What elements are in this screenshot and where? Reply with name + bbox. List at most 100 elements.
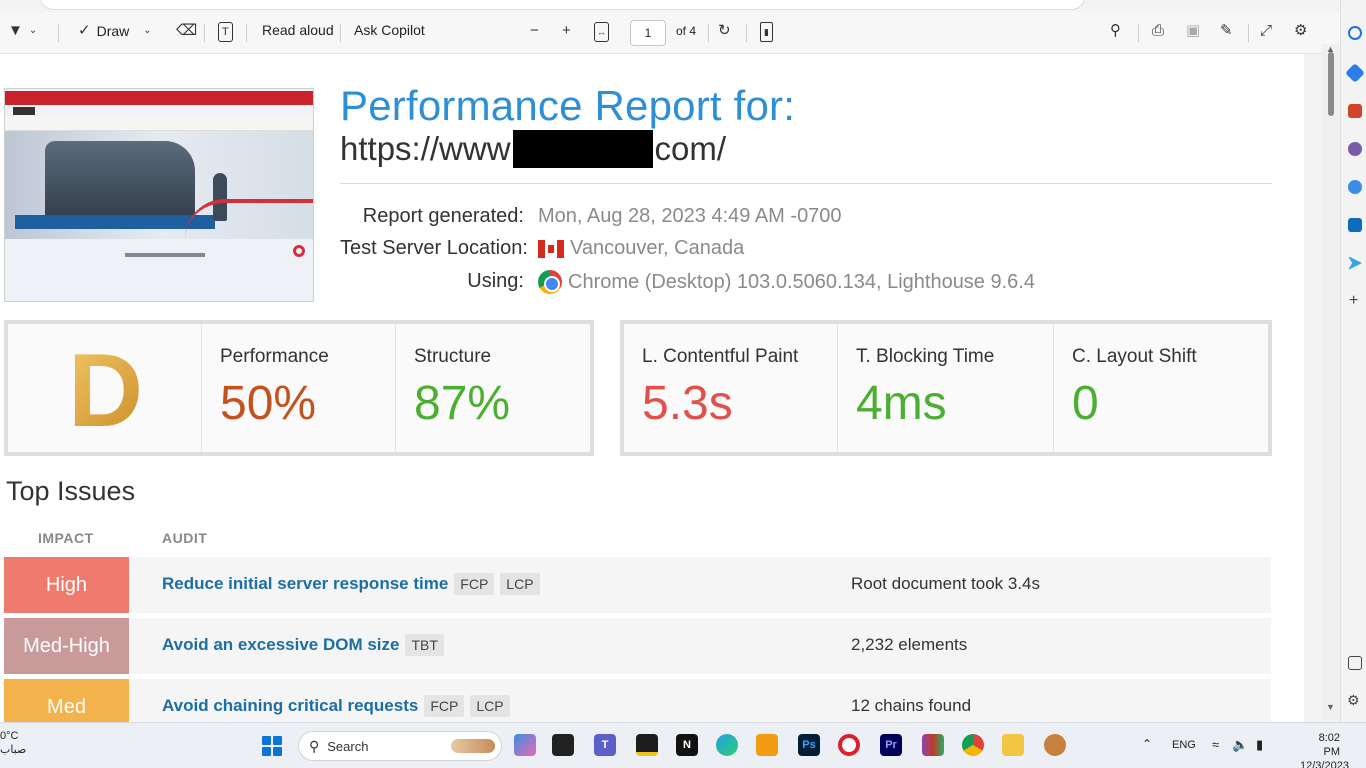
tag-icon[interactable] <box>1345 63 1365 83</box>
file-explorer-icon[interactable] <box>1002 734 1024 756</box>
location-text: Vancouver, Canada <box>570 237 745 259</box>
metric-tag: LCP <box>500 573 540 595</box>
speaker-icon[interactable]: 🔈 <box>1232 737 1248 753</box>
structure-label: Structure <box>414 346 492 367</box>
table-row[interactable]: Med Avoid chaining critical requests FCP… <box>4 679 1271 722</box>
clock-time: 8:02 PM <box>1318 732 1340 758</box>
notion-icon[interactable]: N <box>676 734 698 756</box>
save-icon: ▣ <box>1186 22 1201 39</box>
read-aloud-label: Read aloud <box>262 22 334 38</box>
fit-width-icon: ↔ <box>594 22 609 42</box>
media-player-icon[interactable] <box>756 734 778 756</box>
page-number-input[interactable]: 1 <box>630 20 666 46</box>
taskbar-search[interactable]: ⚲ Search <box>298 731 502 761</box>
save-button[interactable]: ▣ <box>1186 22 1200 40</box>
system-clock[interactable]: 8:02 PM 12/3/2023 <box>1300 731 1349 768</box>
weather-widget[interactable]: 0°C صباب <box>0 729 26 757</box>
table-row[interactable]: Med-High Avoid an excessive DOM size TBT… <box>4 618 1271 674</box>
draw-icon: ✓ <box>78 22 91 39</box>
scroll-thumb[interactable] <box>1328 52 1334 116</box>
page-total: of 4 <box>676 24 697 38</box>
copilot-app-icon[interactable] <box>514 734 536 756</box>
using-value: Chrome (Desktop) 103.0.5060.134, Lightho… <box>538 270 1035 294</box>
audit-header: AUDIT <box>162 530 208 546</box>
search-icon[interactable] <box>1348 26 1362 40</box>
settings-button[interactable]: ⚙ <box>1294 22 1307 40</box>
grade-letter: D <box>68 333 144 449</box>
grade-panel: D Performance 50% Structure 87% <box>4 320 594 456</box>
scrollbar[interactable]: ▲ ▼ <box>1322 44 1340 720</box>
structure-cell: Structure 87% <box>396 324 590 452</box>
url-suffix: com/ <box>654 130 727 167</box>
zoom-out-button[interactable]: − <box>530 22 539 40</box>
edge-browser-icon[interactable] <box>716 734 738 756</box>
outlook-icon[interactable] <box>1348 218 1362 232</box>
top-issues-title: Top Issues <box>6 476 136 506</box>
opera-icon[interactable] <box>838 734 860 756</box>
fit-width-button[interactable]: ↔ <box>594 22 609 42</box>
location-value: Vancouver, Canada <box>538 237 744 260</box>
audit-title[interactable]: Reduce initial server response time FCP … <box>162 573 540 595</box>
text-tool-button[interactable]: T <box>218 22 233 42</box>
address-strip <box>0 0 1366 12</box>
person-icon[interactable] <box>1348 142 1362 156</box>
table-row[interactable]: High Reduce initial server response time… <box>4 557 1271 613</box>
chevron-down-icon: ⌄ <box>143 25 152 36</box>
start-button[interactable] <box>262 736 282 756</box>
page-view-button[interactable]: ▮ <box>760 22 773 42</box>
photoshop-icon[interactable]: Ps <box>798 734 820 756</box>
chevron-up-icon[interactable]: ⌃ <box>1142 737 1152 751</box>
erase-button[interactable]: ⌫ <box>176 22 197 40</box>
site-screenshot <box>4 88 314 302</box>
metric-tag: TBT <box>405 634 444 656</box>
gear-icon[interactable]: ⚙ <box>1347 692 1360 709</box>
premiere-icon[interactable]: Pr <box>880 734 902 756</box>
report-url: https://www com/ <box>340 130 726 168</box>
chrome-icon <box>538 270 562 294</box>
chrome-icon[interactable] <box>962 734 984 756</box>
divider <box>340 183 1272 184</box>
ask-copilot-button[interactable]: Ask Copilot <box>354 22 425 38</box>
audit-title[interactable]: Avoid chaining critical requests FCP LCP <box>162 695 510 717</box>
find-button[interactable]: ⚲ <box>1110 22 1121 40</box>
performance-label: Performance <box>220 346 329 367</box>
copilot-icon[interactable] <box>1348 180 1362 194</box>
add-icon[interactable]: + <box>1349 292 1358 310</box>
task-view-icon[interactable] <box>552 734 574 756</box>
impact-badge: Med <box>4 679 129 722</box>
rotate-button[interactable]: ↻ <box>718 22 731 40</box>
winrar-icon[interactable] <box>922 734 944 756</box>
address-bar[interactable] <box>40 0 1085 10</box>
sticky-notes-icon[interactable] <box>636 734 658 756</box>
language-indicator[interactable]: ENG <box>1172 739 1196 751</box>
audit-note: 12 chains found <box>851 696 972 715</box>
send-icon[interactable] <box>1348 256 1362 270</box>
highlight-tool[interactable]: ▼ ⌄ <box>8 22 37 40</box>
tbt-label: T. Blocking Time <box>856 346 995 367</box>
wifi-icon[interactable]: ≈ <box>1212 737 1219 752</box>
audit-text: Avoid an excessive DOM size <box>162 635 400 654</box>
fullscreen-button[interactable]: ⤢ <box>1260 22 1272 40</box>
scroll-down-icon[interactable]: ▼ <box>1326 702 1335 712</box>
tbt-value: 4ms <box>856 377 947 430</box>
search-icon: ⚲ <box>1110 22 1121 39</box>
generated-value: Mon, Aug 28, 2023 4:49 AM -0700 <box>538 205 842 228</box>
feather-icon <box>451 739 495 753</box>
expand-icon: ⤢ <box>1260 22 1273 39</box>
print-button[interactable]: ⎙ <box>1152 22 1164 40</box>
read-aloud-button[interactable]: Read aloud <box>262 22 334 38</box>
game-icon[interactable] <box>1044 734 1066 756</box>
audit-title[interactable]: Avoid an excessive DOM size TBT <box>162 634 444 656</box>
highlighter-icon: ▼ <box>8 22 23 39</box>
ask-copilot-label: Ask Copilot <box>354 22 425 38</box>
toolbox-icon[interactable] <box>1348 104 1362 118</box>
zoom-in-button[interactable]: + <box>562 22 571 40</box>
battery-icon[interactable]: ▮ <box>1256 737 1263 753</box>
generated-text: Mon, Aug 28, 2023 4:49 AM -0700 <box>538 205 842 227</box>
metric-tag: FCP <box>454 573 495 595</box>
redaction-bar <box>512 130 653 168</box>
save-as-button[interactable]: ✎ <box>1220 22 1233 40</box>
sidebar-toggle-icon[interactable] <box>1348 656 1362 670</box>
teams-icon[interactable]: T <box>594 734 616 756</box>
draw-button[interactable]: ✓ Draw ⌄ <box>78 22 152 40</box>
